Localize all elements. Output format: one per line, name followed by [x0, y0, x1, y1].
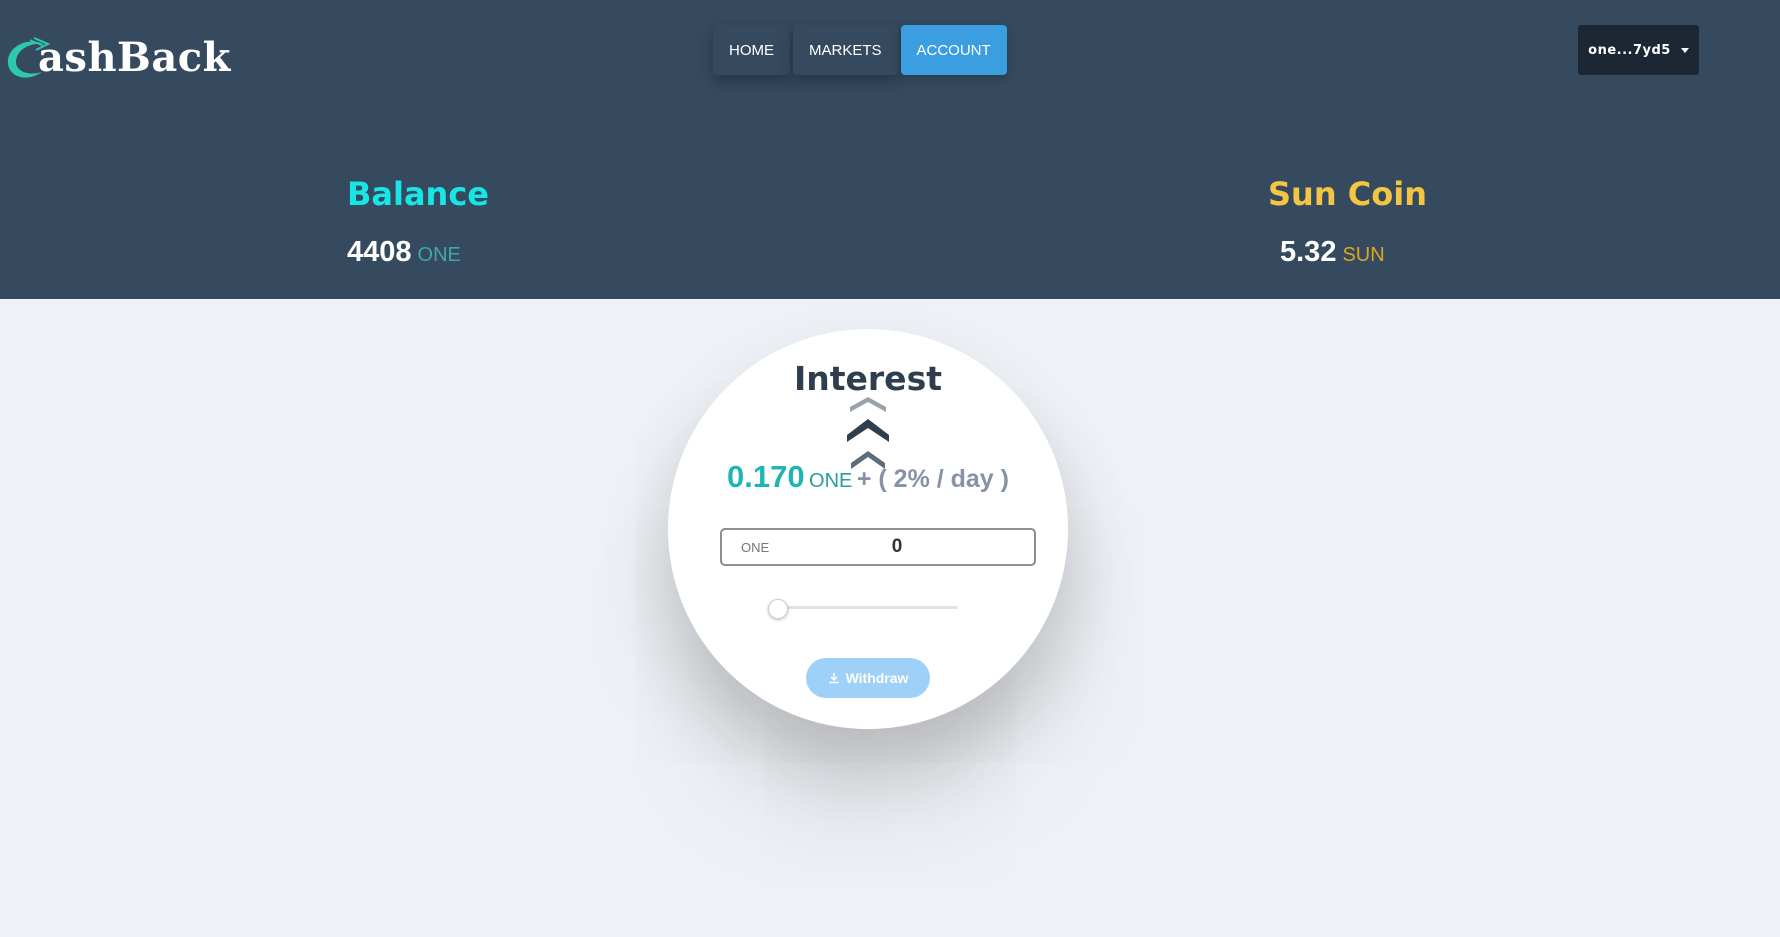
nav-markets-button[interactable]: MARKETS [793, 25, 898, 75]
header: ashBack HOME MARKETS ACCOUNT one...7yd5 … [0, 0, 1780, 299]
suncoin-value: 5.32 SUN [1280, 236, 1385, 269]
amount-slider-thumb[interactable] [768, 599, 788, 619]
withdraw-button[interactable]: Withdraw [806, 658, 930, 698]
cashback-logo[interactable]: ashBack [4, 30, 230, 90]
nav-home-button[interactable]: HOME [713, 25, 790, 75]
interest-rate: + ( 2% / day ) [856, 465, 1009, 493]
wallet-address: one...7yd5 [1588, 42, 1671, 58]
withdraw-label: Withdraw [845, 670, 909, 686]
wallet-dropdown[interactable]: one...7yd5 [1578, 25, 1699, 75]
interest-amount: 0.170 [727, 459, 805, 494]
suncoin-amount: 5.32 [1280, 236, 1337, 268]
balance-amount: 4408 [347, 236, 412, 268]
nav-account-button[interactable]: ACCOUNT [900, 25, 1007, 75]
chevron-down-icon [1680, 47, 1689, 53]
main-nav: HOME MARKETS ACCOUNT [713, 25, 1010, 75]
interest-unit: ONE [809, 470, 853, 492]
balance-title: Balance [347, 175, 489, 213]
suncoin-title: Sun Coin [1268, 175, 1427, 213]
amount-slider-track[interactable] [772, 606, 958, 609]
balance-value: 4408 ONE [347, 236, 461, 269]
balance-unit: ONE [417, 244, 461, 266]
input-value: 0 [891, 536, 903, 557]
interest-card: Interest 0.170 ONE + ( 2% / day ) ONE 0 … [668, 329, 1068, 729]
logo-text: ashBack [38, 34, 231, 81]
interest-rate-line: 0.170 ONE + ( 2% / day ) [668, 459, 1068, 495]
download-icon [828, 673, 839, 684]
withdraw-amount-input[interactable]: ONE 0 [720, 528, 1036, 566]
suncoin-unit: SUN [1342, 244, 1385, 266]
